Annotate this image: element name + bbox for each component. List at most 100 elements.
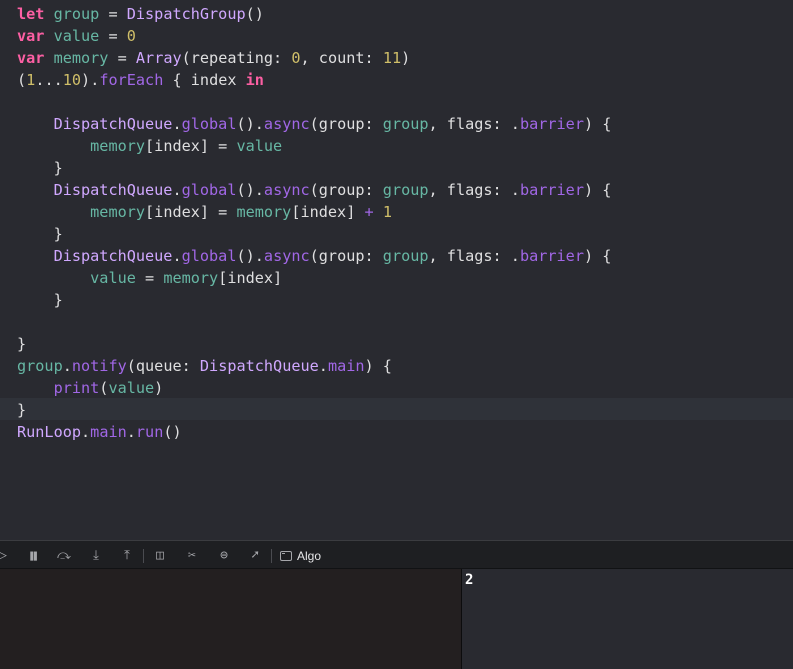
code-token: let [17,5,45,23]
scheme-selector[interactable]: Algo [280,541,321,570]
code-token: run [135,423,164,441]
code-line: } [17,399,26,421]
code-token: [index] = [145,203,237,221]
code-token: 1 [382,203,392,221]
code-line: let group = DispatchGroup() [17,3,264,25]
step-into-icon[interactable]: ⤓ [88,541,104,570]
code-token: barrier [519,247,584,265]
simulate-location-icon[interactable]: ➚ [247,541,263,570]
code-token: [index] [291,203,365,221]
code-token: [index] = [145,137,237,155]
code-token: group [382,115,429,133]
code-token: , flags: . [428,247,520,265]
code-token: global [181,115,237,133]
code-line: DispatchQueue.global().async(group: grou… [17,179,612,201]
code-token: ). [81,71,100,89]
code-token: + [364,203,374,221]
code-line: (1...10).forEach { index in [17,69,264,91]
code-token: DispatchQueue [53,247,173,265]
code-line: memory[index] = memory[index] + 1 [17,201,392,223]
console-output: 2 [465,572,474,588]
code-token: ) { [583,181,612,199]
code-token: value [236,137,283,155]
xcode-window: let group = DispatchGroup() var value = 0… [0,0,793,669]
code-token: group [382,247,429,265]
pause-icon[interactable]: ❚❚ [24,541,40,570]
code-token: value [53,27,100,45]
code-token: . [318,357,328,375]
code-token: RunLoop [17,423,82,441]
code-token: memory [236,203,292,221]
source-editor[interactable]: let group = DispatchGroup() var value = 0… [0,0,793,540]
code-token: [index] [218,269,283,287]
code-token: DispatchQueue [199,357,319,375]
code-token: . [126,423,136,441]
code-line: } [17,157,63,179]
code-line: } [17,289,63,311]
code-token: async [263,181,310,199]
code-token: notify [71,357,127,375]
code-token: } [17,159,63,177]
code-token: (queue: [126,357,200,375]
code-line: var value = 0 [17,25,136,47]
code-token: ) [401,49,411,67]
code-token: 11 [382,49,402,67]
code-token: 1 [26,71,36,89]
code-token: , count: [300,49,383,67]
current-line-highlight [0,398,793,420]
code-token: main [90,423,127,441]
code-token: var [17,49,45,67]
code-token: } [17,401,27,419]
code-token: ... [35,71,63,89]
code-token: (group: [309,247,383,265]
code-token: async [263,115,310,133]
code-token: forEach [99,71,164,89]
code-token: } [17,291,63,309]
code-line: group.notify(queue: DispatchQueue.main) … [17,355,392,377]
code-token: global [181,181,237,199]
terminal-icon [280,550,292,561]
step-over-icon[interactable]: ⤼ [56,541,72,570]
code-token: value [90,269,136,287]
code-token: . [62,357,72,375]
code-token: var [17,27,45,45]
code-token: , flags: . [428,115,520,133]
code-token: . [172,247,182,265]
step-out-icon[interactable]: ⤒ [119,541,135,570]
code-token: . [81,423,91,441]
code-token: group [382,181,429,199]
memory-graph-icon[interactable]: ✂ [184,541,200,570]
code-token: , flags: . [428,181,520,199]
code-line: memory[index] = value [17,135,282,157]
code-token: (repeating: [181,49,292,67]
code-token: 0 [126,27,136,45]
code-token: memory [90,137,146,155]
code-token: async [263,247,310,265]
code-token: DispatchQueue [53,115,173,133]
code-token: barrier [519,115,584,133]
code-token: group [53,5,100,23]
code-token: = [99,27,127,45]
view-hierarchy-icon[interactable]: ◫ [152,541,168,570]
variables-view[interactable] [0,569,461,669]
code-token: (). [236,115,264,133]
console-view[interactable]: 2 [462,569,793,669]
scheme-label: Algo [297,548,322,563]
code-token: = [99,5,127,23]
code-token: ) { [583,115,612,133]
code-token: = [108,49,136,67]
continue-icon[interactable]: ▷ [0,541,11,570]
code-line: } [17,333,26,355]
code-token: DispatchGroup [126,5,246,23]
code-token: ) [154,379,164,397]
code-line: RunLoop.main.run() [17,421,182,443]
environment-overrides-icon[interactable]: ⊜ [216,541,232,570]
code-token: } [17,225,63,243]
